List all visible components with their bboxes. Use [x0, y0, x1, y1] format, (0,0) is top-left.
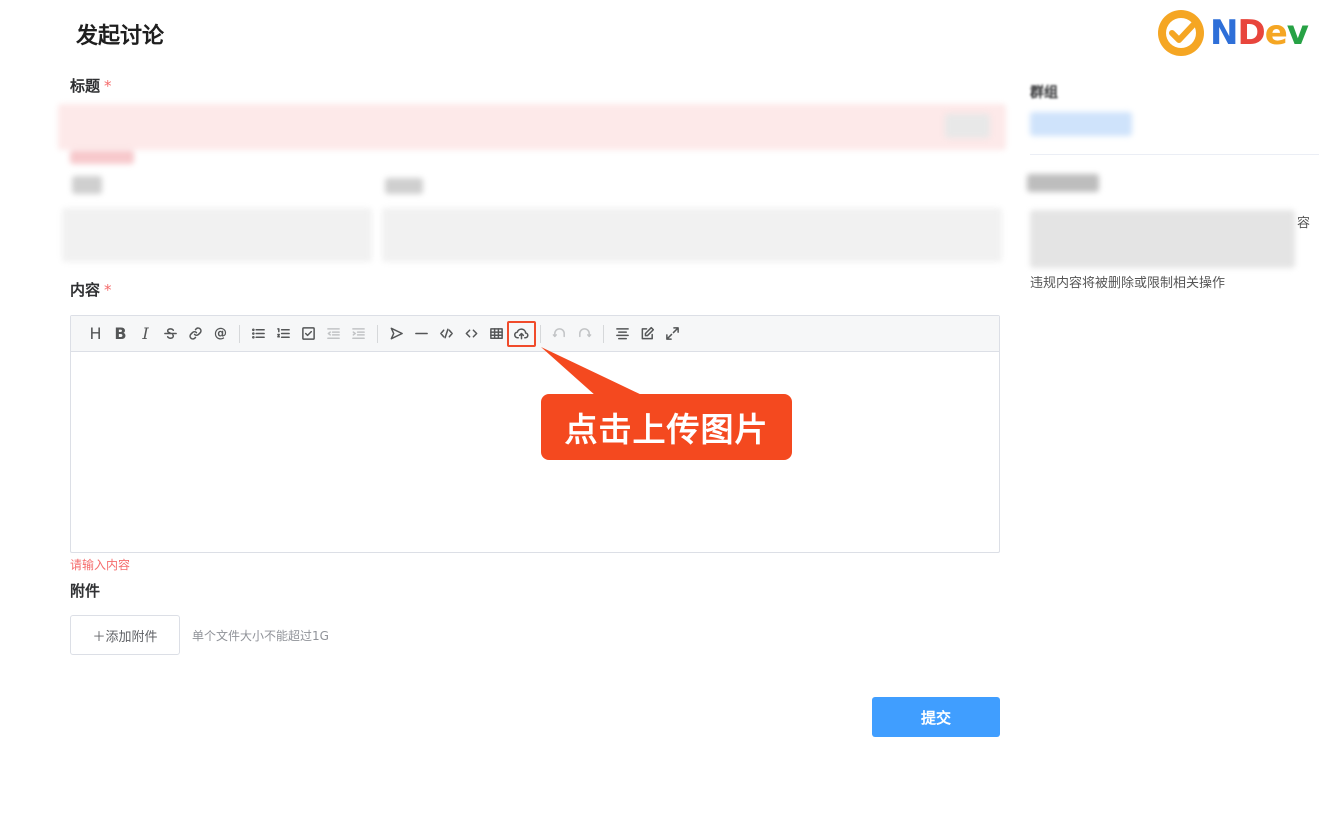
title-input[interactable]: [58, 104, 1006, 150]
required-mark: *: [104, 281, 112, 299]
sidebar-guideline-text: [1030, 210, 1295, 268]
redo-button[interactable]: [572, 322, 597, 346]
fullscreen-button[interactable]: [660, 322, 685, 346]
edit-icon: [641, 326, 655, 340]
inline-code-icon: [465, 329, 478, 338]
horizontal-rule-icon: [415, 332, 428, 335]
redo-icon: [579, 328, 592, 338]
align-center-button[interactable]: [610, 322, 635, 346]
group-link[interactable]: [1030, 112, 1132, 136]
inline-code-button[interactable]: [459, 322, 484, 346]
logo-wordmark: NDev: [1210, 13, 1309, 53]
heading-button[interactable]: H: [83, 322, 108, 346]
mention-button[interactable]: @: [208, 322, 233, 346]
field-label-right: [385, 178, 423, 194]
content-error-message: 请输入内容: [70, 558, 131, 572]
markdown-editor: H B I @: [70, 315, 1000, 553]
edit-mode-button[interactable]: [635, 322, 660, 346]
table-button[interactable]: [484, 322, 509, 346]
toolbar-divider: [239, 324, 240, 343]
fullscreen-icon: [666, 327, 679, 340]
editor-toolbar: H B I @: [71, 316, 999, 352]
table-icon: [490, 328, 503, 339]
ordered-list-icon: [277, 328, 290, 338]
sidebar-violation-note: 违规内容将被删除或限制相关操作: [1030, 276, 1226, 291]
link-button[interactable]: [183, 322, 208, 346]
bold-button[interactable]: B: [108, 322, 133, 346]
title-error-message: [70, 150, 134, 164]
indent-icon: [352, 328, 365, 339]
outdent-icon: [327, 328, 340, 339]
sidebar-section-heading: [1027, 174, 1099, 192]
align-center-icon: [616, 328, 629, 340]
task-list-button[interactable]: [296, 322, 321, 346]
code-block-icon: [440, 328, 453, 339]
toolbar-divider: [540, 324, 541, 343]
undo-button[interactable]: [547, 322, 572, 346]
quote-button[interactable]: [384, 322, 409, 346]
select-field-left[interactable]: [62, 208, 372, 262]
attachment-field-label: 附件: [70, 582, 101, 600]
horizontal-rule-button[interactable]: [409, 322, 434, 346]
submit-button[interactable]: 提交: [872, 697, 1000, 737]
checkbox-icon: [302, 327, 315, 340]
group-label: 群组: [1030, 85, 1058, 101]
attachment-size-hint: 单个文件大小不能超过1G: [192, 629, 329, 643]
select-field-right[interactable]: [382, 208, 1002, 262]
upload-image-callout: 点击上传图片: [541, 394, 792, 460]
send-arrow-icon: [390, 327, 403, 340]
ordered-list-button[interactable]: [271, 322, 296, 346]
undo-icon: [552, 328, 565, 338]
indent-button[interactable]: [346, 322, 371, 346]
outdent-button[interactable]: [321, 322, 346, 346]
italic-button[interactable]: I: [133, 322, 158, 346]
bullet-list-button[interactable]: [246, 322, 271, 346]
strikethrough-icon: [164, 328, 177, 339]
sidebar-guideline-fragment: 容: [1297, 216, 1311, 231]
cloud-upload-icon: [514, 328, 529, 340]
upload-image-button[interactable]: [507, 320, 536, 347]
page-title: 发起讨论: [76, 24, 165, 49]
toolbar-divider: [377, 324, 378, 343]
code-block-button[interactable]: [434, 322, 459, 346]
link-icon: [189, 327, 202, 340]
content-field-label: 内容 *: [70, 281, 112, 299]
editor-textarea[interactable]: [71, 352, 999, 552]
sidebar-divider: [1030, 154, 1319, 155]
bullet-list-icon: [252, 328, 265, 339]
field-label-left: [72, 176, 102, 194]
checkmark-badge-icon: [1158, 10, 1204, 56]
ndev-logo: NDev: [1158, 9, 1309, 57]
required-mark: *: [104, 77, 112, 95]
title-field-label: 标题 *: [70, 77, 112, 95]
toolbar-divider: [603, 324, 604, 343]
add-attachment-button[interactable]: ＋添加附件: [70, 615, 180, 655]
title-input-counter: [945, 114, 990, 138]
strikethrough-button[interactable]: [158, 322, 183, 346]
